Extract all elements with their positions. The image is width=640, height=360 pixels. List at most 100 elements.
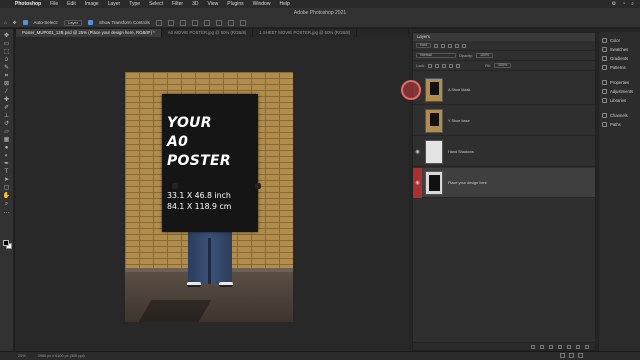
delete-layer-icon[interactable] — [585, 344, 589, 349]
opacity-input[interactable]: 100% — [475, 53, 494, 58]
link-layers-icon[interactable] — [531, 344, 535, 349]
layer-row-selected[interactable]: ◉ Place your design here — [413, 167, 595, 198]
layer-row[interactable]: ◉ Hand Shadows — [413, 137, 595, 167]
more-options-icon[interactable] — [239, 19, 246, 26]
canvas-area[interactable]: YOUR A0 POSTER 33.1 X 46.8 inch 84.1 X 1… — [15, 37, 409, 351]
menu-window[interactable]: Window — [253, 1, 271, 7]
panel-patterns[interactable]: Patterns — [599, 63, 640, 72]
menu-3d[interactable]: 3D — [192, 1, 198, 7]
frame-icon[interactable] — [578, 353, 583, 358]
show-transform-checkbox[interactable] — [88, 20, 94, 25]
path-select-tool-icon[interactable]: ➤ — [3, 177, 11, 184]
filter-type-icon[interactable] — [448, 43, 453, 48]
gradient-tool-icon[interactable]: ▦ — [3, 137, 11, 144]
menu-select[interactable]: Select — [149, 1, 163, 7]
healing-tool-icon[interactable]: ✚ — [3, 97, 11, 104]
move-tool-icon[interactable]: ✥ — [13, 20, 17, 26]
move-tool-icon[interactable]: ✥ — [3, 33, 11, 40]
shape-tool-icon[interactable]: ▢ — [3, 185, 11, 192]
screen-mode-icon[interactable] — [560, 353, 565, 358]
layer-name[interactable]: Place your design here — [448, 181, 487, 185]
menu-filter[interactable]: Filter — [172, 1, 183, 7]
menu-help[interactable]: Help — [279, 1, 289, 7]
fullscreen-icon[interactable] — [569, 353, 574, 358]
filter-smart-object-icon[interactable] — [462, 43, 467, 48]
panel-swatches[interactable]: Swatches — [599, 45, 640, 54]
fill-input[interactable]: 100% — [493, 63, 512, 68]
menu-file[interactable]: File — [50, 1, 58, 7]
auto-select-dropdown[interactable]: Layer — [64, 19, 83, 26]
foreground-color-swatch[interactable] — [3, 240, 9, 246]
poster-mockup[interactable]: YOUR A0 POSTER 33.1 X 46.8 inch 84.1 X 1… — [162, 94, 258, 232]
auto-select-checkbox[interactable] — [22, 20, 28, 25]
more-tools-icon[interactable]: … — [3, 209, 11, 216]
tab-poster-psd[interactable]: Poster_MUP001_12B.psd @ 25% (Place your … — [16, 29, 162, 37]
align-middle-icon[interactable] — [203, 19, 210, 26]
tab-a0-movie-poster[interactable]: A0 MOVIE POSTER.jpg @ 50% (RGB/8) — [162, 29, 254, 37]
panel-libraries[interactable]: Libraries — [599, 96, 640, 105]
blend-mode-dropdown[interactable]: Normal — [416, 53, 456, 58]
zoom-level[interactable]: 25% — [18, 354, 26, 358]
menu-app-name[interactable]: Photoshop — [15, 1, 41, 7]
dodge-tool-icon[interactable]: ◐ — [3, 153, 11, 160]
menu-image[interactable]: Image — [85, 1, 99, 7]
layer-filter-dropdown[interactable]: Kind — [416, 43, 432, 48]
align-bottom-icon[interactable] — [215, 19, 222, 26]
layer-name[interactable]: Y Shoe base — [448, 119, 470, 123]
menu-type[interactable]: Type — [129, 1, 140, 7]
zoom-tool-icon[interactable]: ⌕ — [3, 201, 11, 208]
lock-image-icon[interactable] — [435, 63, 440, 68]
add-mask-icon[interactable] — [549, 344, 553, 349]
eye-icon[interactable]: ◉ — [413, 167, 422, 198]
home-icon[interactable]: ⌂ — [4, 20, 7, 25]
menu-edit[interactable]: Edit — [67, 1, 76, 7]
artboard-tool-icon[interactable]: ▭ — [3, 41, 11, 48]
layer-style-icon[interactable] — [540, 344, 544, 349]
new-layer-icon[interactable] — [576, 344, 580, 349]
layers-panel-title[interactable]: Layers — [413, 33, 595, 41]
panel-channels[interactable]: Channels — [599, 111, 640, 120]
blur-tool-icon[interactable]: ● — [3, 145, 11, 152]
layer-name[interactable]: Hand Shadows — [448, 150, 474, 154]
adjustment-layer-icon[interactable] — [558, 344, 562, 349]
marquee-tool-icon[interactable]: ⬚ — [3, 49, 11, 56]
panel-properties[interactable]: Properties — [599, 78, 640, 87]
panel-paths[interactable]: Paths — [599, 120, 640, 129]
layer-row[interactable]: Y Shoe base — [413, 106, 595, 136]
align-right-icon[interactable] — [179, 19, 186, 26]
filter-pixel-icon[interactable] — [434, 43, 439, 48]
panel-adjustments[interactable]: Adjustments — [599, 87, 640, 96]
stamp-tool-icon[interactable]: ⊥ — [3, 113, 11, 120]
pen-tool-icon[interactable]: ✒ — [3, 161, 11, 168]
layer-name[interactable]: A Shoe Mask — [448, 88, 470, 92]
eyedropper-tool-icon[interactable]: ⁄ — [3, 89, 11, 96]
menu-view[interactable]: View — [208, 1, 219, 7]
hand-tool-icon[interactable]: ✋ — [3, 193, 11, 200]
eye-icon[interactable]: ◉ — [413, 149, 422, 155]
crop-tool-icon[interactable]: ⌗ — [3, 73, 11, 80]
wifi-icon[interactable]: ◔ — [622, 1, 625, 7]
brush-tool-icon[interactable]: ✐ — [3, 105, 11, 112]
control-center-icon[interactable]: ⚙ — [612, 1, 616, 7]
align-left-icon[interactable] — [155, 19, 162, 26]
filter-shape-icon[interactable] — [455, 43, 460, 48]
menu-plugins[interactable]: Plugins — [227, 1, 243, 7]
filter-adjustment-icon[interactable] — [441, 43, 446, 48]
frame-tool-icon[interactable]: ⊠ — [3, 81, 11, 88]
panel-color[interactable]: Color — [599, 36, 640, 45]
eraser-tool-icon[interactable]: ▱ — [3, 129, 11, 136]
panel-gradients[interactable]: Gradients — [599, 54, 640, 63]
lock-artboard-icon[interactable] — [449, 63, 454, 68]
layer-row[interactable]: A Shoe Mask — [413, 75, 595, 105]
document-canvas[interactable]: YOUR A0 POSTER 33.1 X 46.8 inch 84.1 X 1… — [125, 72, 293, 322]
history-brush-tool-icon[interactable]: ↺ — [3, 121, 11, 128]
lock-position-icon[interactable] — [442, 63, 447, 68]
lock-all-icon[interactable] — [456, 63, 461, 68]
new-group-icon[interactable] — [567, 344, 571, 349]
menu-layer[interactable]: Layer — [108, 1, 121, 7]
align-top-icon[interactable] — [191, 19, 198, 26]
tab-1-sheet-movie-poster[interactable]: 1 SHEET MOVIE POSTER.jpg @ 50% (RGB/8) — [253, 29, 358, 37]
search-icon[interactable]: ⌕ — [631, 1, 634, 7]
align-center-icon[interactable] — [167, 19, 174, 26]
lock-transparent-icon[interactable] — [428, 63, 433, 68]
